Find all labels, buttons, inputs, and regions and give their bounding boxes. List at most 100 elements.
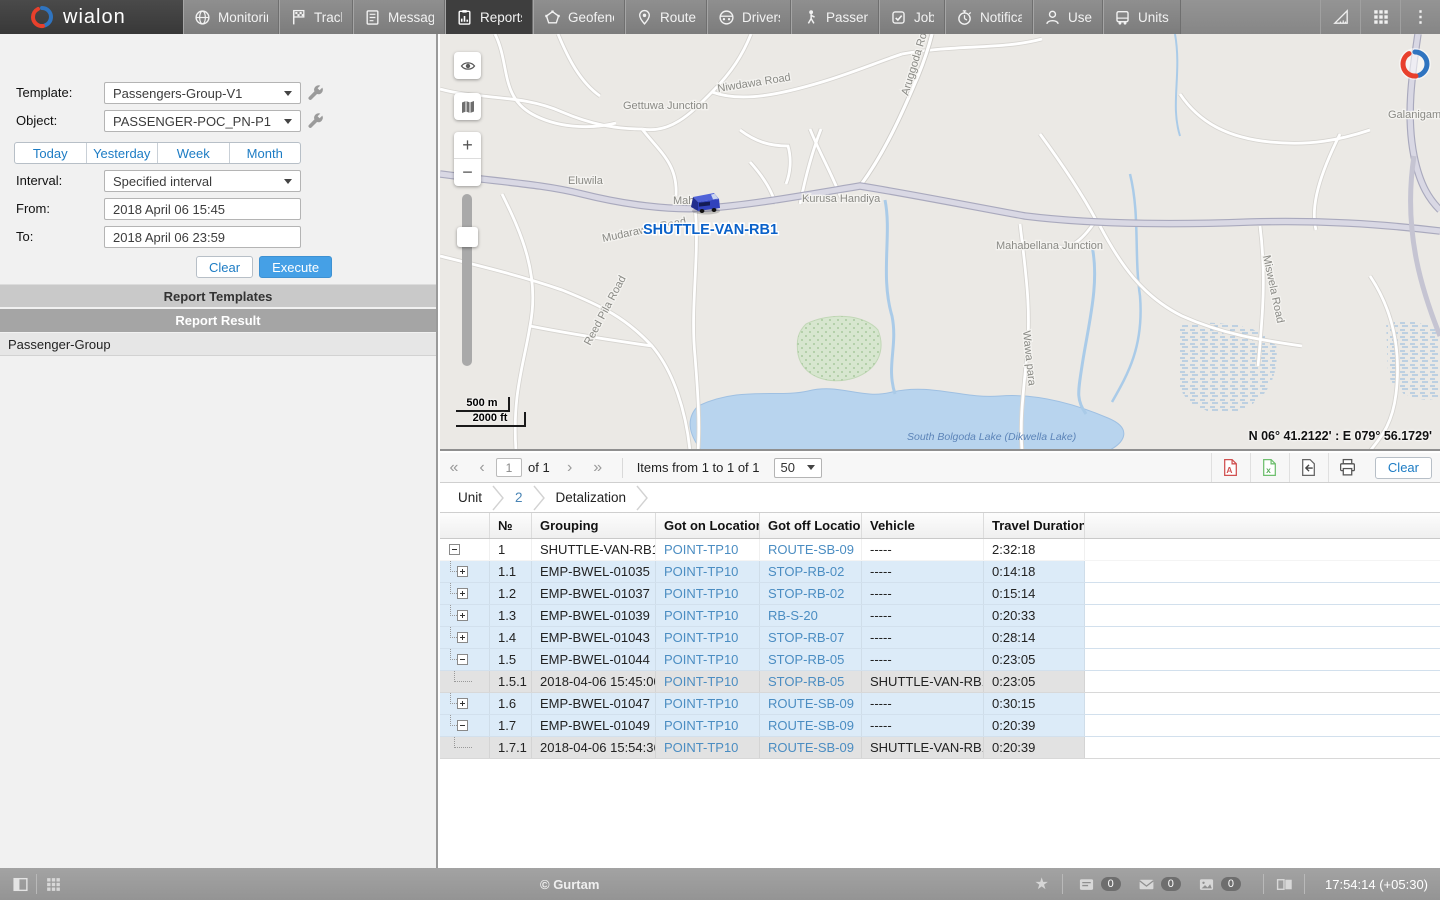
got-off-location-cell[interactable]: ROUTE-SB-09 [760,693,862,714]
report-tab-2[interactable]: 2 [515,490,523,505]
nav-tab-routes[interactable]: Routes [625,0,707,34]
interval-select[interactable]: Specified interval [104,170,301,192]
got-on-location-cell[interactable]: POINT-TP10 [656,737,760,758]
nav-tab-drivers[interactable]: Drivers [707,0,791,34]
nav-tab-geofences[interactable]: Geofences [533,0,625,34]
table-row[interactable]: 1.2EMP-BWEL-01037POINT-TP10STOP-RB-02---… [440,583,1440,605]
list-counter[interactable]: 0 [1077,874,1129,894]
mail-counter[interactable]: 0 [1137,874,1189,894]
expand-row-button[interactable] [457,588,468,599]
got-on-location-cell[interactable]: POINT-TP10 [656,693,760,714]
table-row[interactable]: 1.5.12018-04-06 15:45:00POINT-TP10STOP-R… [440,671,1440,693]
got-on-location-cell[interactable]: POINT-TP10 [656,605,760,626]
map-layers-button[interactable] [454,93,481,120]
table-row[interactable]: 1SHUTTLE-VAN-RB1POINT-TP10ROUTE-SB-09---… [440,539,1440,561]
got-on-location-cell[interactable]: POINT-TP10 [656,561,760,582]
print-button[interactable] [1328,453,1367,482]
template-select[interactable]: Passengers-Group-V1 [104,82,301,104]
zoom-out-button[interactable]: − [454,159,481,186]
range-button-yesterday[interactable]: Yesterday [87,143,159,163]
bottom-apps-button[interactable] [43,874,63,894]
expand-row-button[interactable] [457,566,468,577]
export-excel-button[interactable]: x [1250,453,1289,482]
expand-row-button[interactable] [457,698,468,709]
last-page-button[interactable]: » [584,459,612,477]
page-number-input[interactable] [496,458,522,477]
object-select[interactable]: PASSENGER-POC_PN-P1 [104,110,301,132]
prev-page-button[interactable]: ‹ [468,459,496,477]
report-result-section[interactable]: Report Result [0,309,436,332]
template-settings-icon[interactable] [307,84,325,102]
import-report-button[interactable] [1289,453,1328,482]
photo-counter[interactable]: 0 [1197,874,1249,894]
table-row[interactable]: 1.4EMP-BWEL-01043POINT-TP10STOP-RB-07---… [440,627,1440,649]
to-input[interactable]: 2018 April 06 23:59 [104,226,301,248]
got-off-location-cell[interactable]: STOP-RB-05 [760,649,862,670]
top-navbar: wialon MonitoringTracksMessagesReportsGe… [0,0,1440,34]
report-tab-unit[interactable]: Unit [458,490,482,505]
nav-tab-users[interactable]: Users [1033,0,1103,34]
nav-tab-passengers[interactable]: Passengers [791,0,879,34]
nav-tab-monitoring[interactable]: Monitoring [183,0,279,34]
measure-tool-button[interactable] [1320,0,1360,34]
report-tab-detalization[interactable]: Detalization [556,490,627,505]
column-header-vehicle: Vehicle [862,513,984,538]
zoom-in-button[interactable]: + [454,132,481,159]
nav-tab-tracks[interactable]: Tracks [279,0,353,34]
got-off-location-cell[interactable]: ROUTE-SB-09 [760,539,862,560]
got-off-location-cell[interactable]: STOP-RB-05 [760,671,862,692]
visibility-eye-button[interactable] [454,52,481,79]
expand-row-button[interactable] [457,610,468,621]
report-templates-section[interactable]: Report Templates [0,284,436,307]
got-off-location-cell[interactable]: RB-S-20 [760,605,862,626]
table-row[interactable]: 1.7.12018-04-06 15:54:36POINT-TP10ROUTE-… [440,737,1440,759]
got-on-location-cell[interactable]: POINT-TP10 [656,715,760,736]
clear-report-button[interactable]: Clear [1375,457,1432,479]
got-on-location-cell[interactable]: POINT-TP10 [656,583,760,604]
nav-tab-units[interactable]: Units [1103,0,1181,34]
nav-tab-reports[interactable]: Reports [445,0,533,34]
from-input[interactable]: 2018 April 06 15:45 [104,198,301,220]
got-on-location-cell[interactable]: POINT-TP10 [656,671,760,692]
report-result-item[interactable]: Passenger-Group [0,333,436,356]
page-size-select[interactable]: 50 [774,458,822,478]
table-row[interactable]: 1.1EMP-BWEL-01035POINT-TP10STOP-RB-02---… [440,561,1440,583]
favorites-button[interactable]: ★ [1032,874,1052,894]
first-page-button[interactable]: « [440,459,468,477]
clear-form-button[interactable]: Clear [196,256,253,278]
range-button-month[interactable]: Month [230,143,301,163]
range-button-today[interactable]: Today [15,143,87,163]
collapse-row-button[interactable] [457,654,468,665]
export-pdf-button[interactable]: A [1211,453,1250,482]
got-off-location-cell[interactable]: STOP-RB-07 [760,627,862,648]
range-button-week[interactable]: Week [158,143,230,163]
table-row[interactable]: 1.5EMP-BWEL-01044POINT-TP10STOP-RB-05---… [440,649,1440,671]
got-on-location-cell[interactable]: POINT-TP10 [656,649,760,670]
got-off-location-cell[interactable]: ROUTE-SB-09 [760,737,862,758]
object-settings-icon[interactable] [307,112,325,130]
zoom-slider-handle[interactable] [457,227,478,247]
panels-layout-button[interactable] [1274,874,1294,894]
got-on-location-cell[interactable]: POINT-TP10 [656,539,760,560]
nav-tab-jobs[interactable]: Jobs [879,0,945,34]
table-row[interactable]: 1.6EMP-BWEL-01047POINT-TP10ROUTE-SB-09--… [440,693,1440,715]
expand-row-button[interactable] [457,632,468,643]
nav-tab-messages[interactable]: Messages [353,0,445,34]
table-row[interactable]: 1.7EMP-BWEL-01049POINT-TP10ROUTE-SB-09--… [440,715,1440,737]
got-off-location-cell[interactable]: STOP-RB-02 [760,561,862,582]
got-on-location-cell[interactable]: POINT-TP10 [656,627,760,648]
nav-tab-notifications[interactable]: Notifications [945,0,1033,34]
toggle-left-panel-button[interactable] [10,874,30,894]
map[interactable]: Gettuwa JunctionNiwdawa RoadAruggoda Roa… [440,34,1440,451]
zoom-slider-track[interactable] [462,194,472,366]
collapse-row-button[interactable] [457,720,468,731]
collapse-row-button[interactable] [449,544,460,555]
next-page-button[interactable]: › [556,459,584,477]
wialon-logo[interactable]: wialon [0,0,183,34]
apps-grid-button[interactable] [1360,0,1400,34]
execute-button[interactable]: Execute [259,256,332,278]
table-row[interactable]: 1.3EMP-BWEL-01039POINT-TP10RB-S-20-----0… [440,605,1440,627]
got-off-location-cell[interactable]: STOP-RB-02 [760,583,862,604]
more-menu-button[interactable]: ⋮ [1400,0,1440,34]
got-off-location-cell[interactable]: ROUTE-SB-09 [760,715,862,736]
